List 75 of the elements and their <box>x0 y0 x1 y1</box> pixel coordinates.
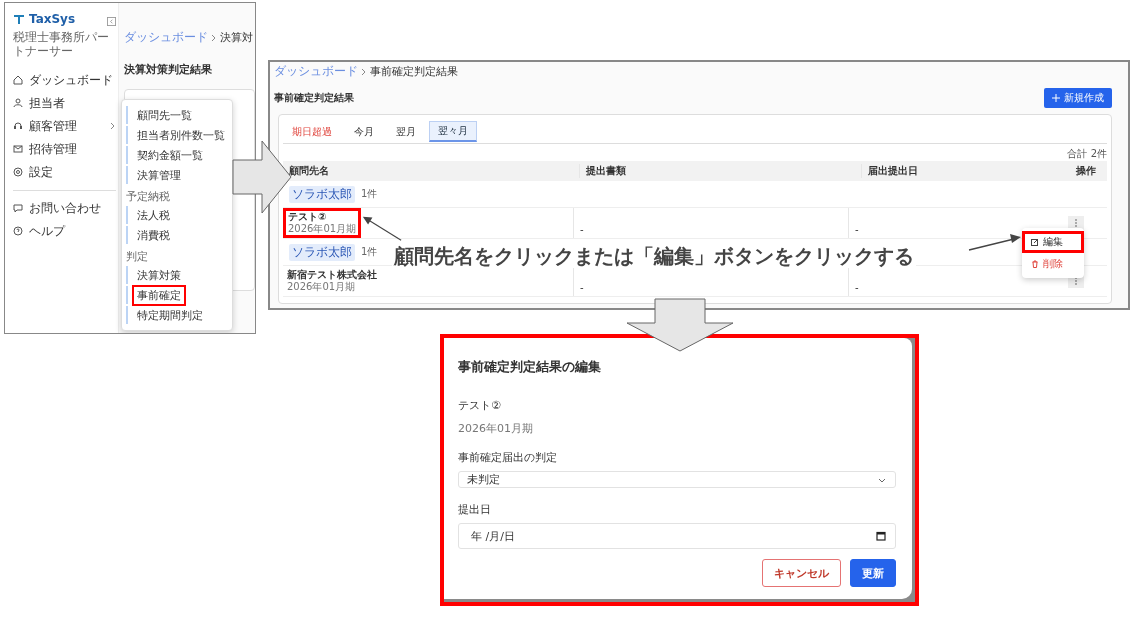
chat-icon <box>13 203 23 214</box>
page-heading: 決算対策判定結果 <box>124 62 213 77</box>
chevron-icon <box>110 122 116 131</box>
client-cell[interactable]: テスト② 2026年01月期 <box>283 208 362 238</box>
nav-item[interactable]: 顧客管理 <box>13 114 116 138</box>
more-icon <box>1074 219 1077 227</box>
nav-item[interactable]: 担当者 <box>13 91 116 115</box>
date-field[interactable]: 年 /月/日 <box>458 523 896 549</box>
menu-item[interactable]: 特定期間判定 <box>126 306 232 324</box>
home-icon <box>13 75 23 86</box>
menu-item[interactable]: 削除 <box>1022 253 1084 275</box>
app-logo: TaxSys <box>29 11 76 26</box>
plus-icon <box>1052 94 1060 102</box>
highlight-frame: 事前確定 <box>132 284 186 306</box>
table-cell: - <box>855 224 859 235</box>
menu-item[interactable]: 法人税 <box>126 206 232 224</box>
assignee-tag: ソラボ太郎 <box>289 185 355 203</box>
menu-item[interactable]: 顧問先一覧 <box>126 106 232 124</box>
gear-icon <box>13 167 23 178</box>
menu-section-label: 予定納税 <box>125 189 171 204</box>
page-heading: 事前確定判定結果 <box>274 91 354 105</box>
column-header: 届出提出日 <box>861 164 1058 178</box>
nav-item[interactable]: 招待管理 <box>13 137 116 161</box>
group-count: 1件 <box>361 187 378 201</box>
update-button[interactable]: 更新 <box>850 559 896 587</box>
menu-item[interactable]: 決算対策 <box>126 266 232 284</box>
breadcrumb-current: 決算対 <box>220 30 253 45</box>
leader-arrow <box>362 214 402 242</box>
period-text: 2026年01月期 <box>458 421 534 436</box>
calendar-icon <box>876 531 886 541</box>
app-subtitle: 税理士事務所パートナーサー <box>13 30 110 59</box>
mail-icon <box>13 144 23 155</box>
leader-arrow <box>968 234 1022 252</box>
tab[interactable]: 翌月 <box>387 121 425 142</box>
chevron-icon <box>361 67 367 76</box>
menu-section-label: 判定 <box>125 249 149 264</box>
field-label: 事前確定届出の判定 <box>458 450 558 465</box>
breadcrumb-current: 事前確定判定結果 <box>370 64 458 79</box>
total-count: 合計 2件 <box>1066 147 1107 161</box>
menu-item[interactable]: 編集 <box>1022 231 1084 253</box>
instruction-text: 顧問先名をクリックまたは「編集」ボタンをクリックする <box>392 244 916 268</box>
more-icon <box>1074 277 1077 285</box>
menu-item[interactable]: 消費税 <box>126 226 232 244</box>
tab[interactable]: 今月 <box>345 121 383 142</box>
new-button[interactable]: 新規作成 <box>1044 88 1112 108</box>
logo-icon <box>13 12 25 25</box>
client-name: テスト② <box>458 398 502 413</box>
dialog-title: 事前確定判定結果の編集 <box>458 358 602 376</box>
nav-item[interactable]: お問い合わせ <box>13 196 116 220</box>
column-header: 顧問先名 <box>288 164 330 178</box>
menu-item[interactable]: 事前確定 <box>126 286 232 304</box>
nav-item[interactable]: ヘルプ <box>13 219 116 243</box>
table-cell: - <box>855 282 859 293</box>
person-icon <box>13 98 23 109</box>
column-header: 操作 <box>1074 164 1097 178</box>
menu-item[interactable]: 担当者別件数一覧 <box>126 126 232 144</box>
nav-item[interactable]: 設定 <box>13 160 116 184</box>
cancel-button[interactable]: キャンセル <box>762 559 841 587</box>
edit-icon <box>1031 238 1039 246</box>
tab[interactable]: 期日超過 <box>283 121 341 142</box>
trash-icon <box>1031 260 1039 268</box>
assignee-tag: ソラボ太郎 <box>289 243 355 261</box>
group-count: 1件 <box>361 245 378 259</box>
client-cell[interactable]: 新宿テスト株式会社 2026年01月期 <box>283 267 381 295</box>
table-cell: - <box>580 282 584 293</box>
select-field[interactable]: 未判定 <box>458 471 896 488</box>
tab[interactable]: 翌々月 <box>429 121 477 142</box>
headset-icon <box>13 121 23 132</box>
table-cell: - <box>580 224 584 235</box>
help-icon <box>13 226 23 237</box>
nav-item[interactable]: ダッシュボード <box>13 68 116 92</box>
field-label: 提出日 <box>458 502 492 517</box>
collapse-icon[interactable] <box>107 17 116 26</box>
chevron-icon <box>211 33 217 42</box>
column-header: 提出書類 <box>579 164 861 178</box>
